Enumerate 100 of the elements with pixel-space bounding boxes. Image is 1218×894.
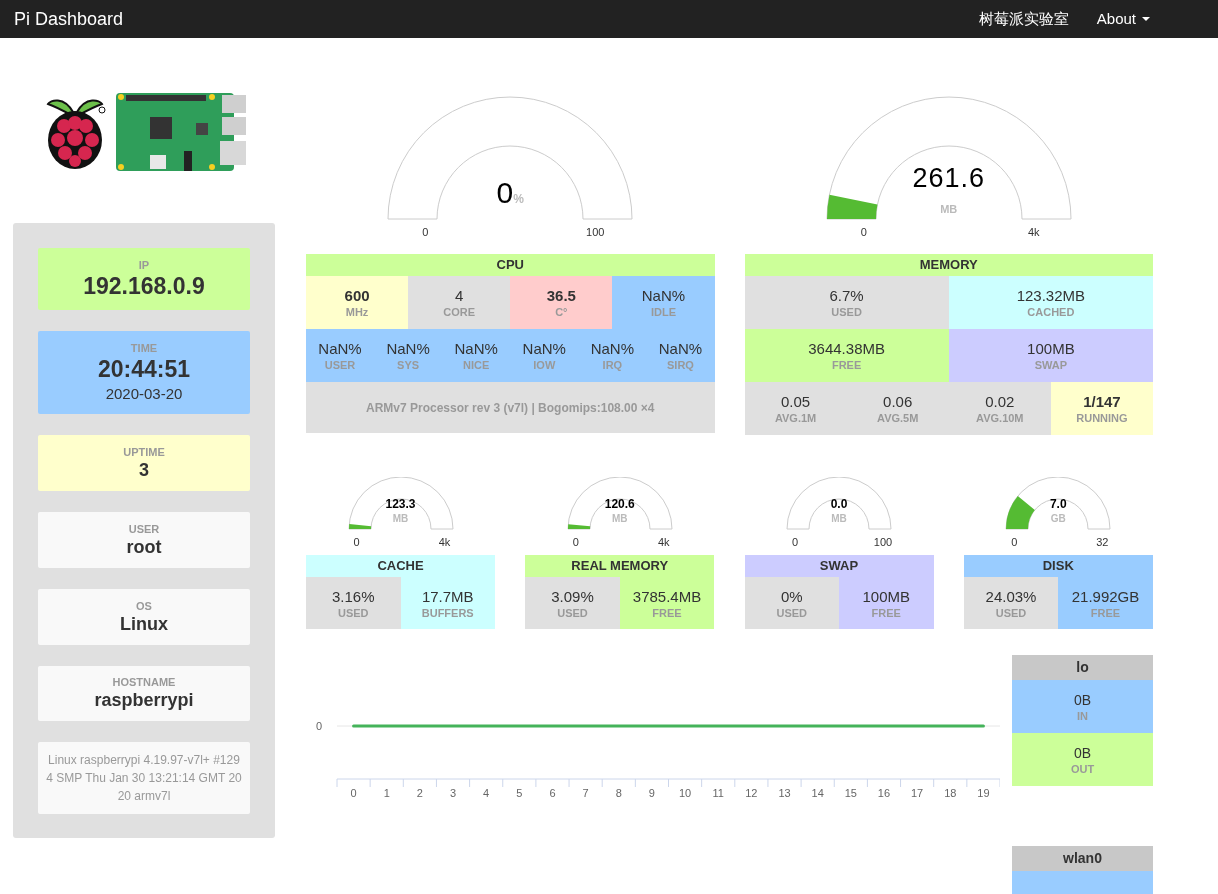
gauge-fill bbox=[1006, 496, 1036, 529]
stat-label: FREE bbox=[1090, 605, 1121, 620]
stat-value: 36.5 bbox=[546, 286, 576, 305]
gauge-value: 0.0 bbox=[830, 497, 848, 511]
axis-tick-label: 2 bbox=[416, 787, 423, 799]
gauge-fill bbox=[826, 194, 878, 219]
axis-tick-label: 3 bbox=[449, 787, 457, 799]
stat-value: 3.16% bbox=[331, 586, 375, 606]
stat-label: CACHED bbox=[1027, 305, 1075, 319]
card-date: 2020-03-20 bbox=[105, 383, 183, 404]
stat-label: USER bbox=[324, 358, 356, 372]
stat-value: 600 bbox=[344, 286, 370, 305]
axis-tick-label: 14 bbox=[811, 787, 824, 799]
stat-label: MHz bbox=[345, 305, 369, 319]
axis-tick-label: 16 bbox=[877, 787, 891, 799]
stat-label: FREE bbox=[871, 605, 901, 620]
stat-value: NaN% bbox=[522, 339, 566, 358]
stat-label: SWAP bbox=[1034, 358, 1068, 372]
gauge-min-label: 0 bbox=[352, 535, 361, 550]
card-value: 192.168.0.9 bbox=[83, 271, 205, 300]
card-value: 3 bbox=[139, 459, 149, 482]
stat-value: 24.03% bbox=[985, 586, 1037, 606]
panel-header: CPU bbox=[306, 254, 715, 276]
stat-value: 0.05 bbox=[780, 392, 811, 411]
stat-value: 0% bbox=[780, 586, 803, 606]
stat-label: USED bbox=[995, 605, 1027, 620]
stat-value: 3.09% bbox=[551, 586, 594, 606]
gauge-unit: % bbox=[513, 192, 524, 208]
stat-value: 0B bbox=[1073, 743, 1092, 762]
stat-value: 123.32MB bbox=[1016, 286, 1086, 305]
panel-header: SWAP bbox=[744, 555, 934, 577]
card-value: raspberrypi bbox=[94, 689, 194, 712]
brand-title[interactable]: Pi Dashboard bbox=[14, 5, 124, 33]
stat-label: IN bbox=[1077, 708, 1088, 723]
stat-label: BUFFERS bbox=[421, 605, 474, 620]
stat-value: NaN% bbox=[641, 286, 686, 305]
card-value: Linux bbox=[120, 612, 168, 635]
stat-value: 3644.38MB bbox=[808, 339, 885, 358]
interface-header: lo bbox=[1012, 655, 1153, 680]
gauge-max-label: 100 bbox=[872, 535, 894, 550]
axis-tick-label: 8 bbox=[615, 787, 622, 799]
gauge-unit: GB bbox=[1050, 513, 1066, 525]
axis-tick-label: 4 bbox=[483, 787, 490, 799]
card-value: root bbox=[126, 535, 162, 558]
gauge-min-label: 0 bbox=[421, 225, 430, 240]
gauge-unit: MB bbox=[611, 513, 628, 525]
stat-label: FREE bbox=[652, 605, 682, 620]
stat-value: 100MB bbox=[1027, 339, 1075, 358]
gauge-value: 123.3 bbox=[385, 497, 416, 511]
axis-tick-label: 13 bbox=[778, 787, 791, 799]
gauge-min-label: 0 bbox=[790, 535, 800, 550]
stat-value: NaN% bbox=[386, 339, 430, 358]
gauge-fill bbox=[567, 524, 590, 529]
stat-label: USED bbox=[776, 605, 808, 620]
card-label: TIME bbox=[130, 340, 158, 355]
stat-label: IDLE bbox=[650, 305, 676, 319]
card-label: IP bbox=[138, 257, 150, 272]
axis-tick-label: 6 bbox=[549, 787, 556, 799]
axis-tick-label: 12 bbox=[745, 787, 758, 799]
stat-label: IOW bbox=[533, 358, 556, 372]
card-label: USER bbox=[128, 521, 160, 536]
stat-label: USED bbox=[337, 605, 369, 620]
card-label: UPTIME bbox=[123, 445, 165, 460]
stat-value: 100MB bbox=[862, 586, 910, 606]
axis-tick-label: 11 bbox=[712, 787, 724, 799]
stat-label: NICE bbox=[463, 358, 490, 372]
stat-label: SYS bbox=[397, 358, 420, 372]
gauge-value: 0 bbox=[496, 178, 514, 208]
gauge-fill bbox=[348, 524, 371, 529]
stat-label: IRQ bbox=[602, 358, 623, 372]
stat-value: 0.02 bbox=[985, 392, 1015, 411]
stat-label: AVG.1M bbox=[774, 411, 817, 425]
stat-label: AVG.5M bbox=[877, 411, 919, 425]
gauge-value: 120.6 bbox=[604, 497, 635, 511]
gauge-max-label: 100 bbox=[585, 225, 606, 240]
gauge-value: 7.0 bbox=[1049, 497, 1067, 511]
axis-tick-label: 0 bbox=[315, 720, 322, 732]
stat-label: USED bbox=[831, 305, 862, 319]
gauge-min-label: 0 bbox=[1010, 535, 1019, 550]
uname-text: Linux raspberrypi 4.19.97-v7l+ #1294 SMP Thu Jan 30 13:21:14 GMT 2020 armv7l bbox=[45, 752, 243, 806]
stat-value: 1/147 bbox=[1083, 392, 1121, 411]
axis-tick-label: 19 bbox=[977, 787, 990, 799]
nav-link[interactable]: 树莓派实验室 bbox=[978, 7, 1069, 31]
gauge-max-label: 4k bbox=[1026, 225, 1041, 240]
caret-icon bbox=[1142, 17, 1150, 21]
card-label: OS bbox=[136, 598, 152, 613]
dropdown-menu[interactable]: About bbox=[1096, 7, 1150, 31]
stat-label: FREE bbox=[831, 358, 862, 372]
gauge-unit: MB bbox=[940, 202, 958, 217]
stat-value: NaN% bbox=[658, 339, 703, 358]
interface-header: wlan0 bbox=[1012, 846, 1153, 871]
axis-tick-label: 7 bbox=[582, 787, 589, 799]
processor-info: ARMv7 Processor rev 3 (v7l) | Bogomips:108.00 ×4 bbox=[366, 399, 655, 417]
stat-value: 4 bbox=[455, 286, 464, 305]
card-label: HOSTNAME bbox=[112, 675, 176, 690]
stat-value: 6.7% bbox=[829, 286, 864, 305]
gauge-max-label: 4k bbox=[437, 535, 452, 550]
stat-value: 0B bbox=[1073, 690, 1092, 709]
stat-value: NaN% bbox=[318, 339, 362, 358]
gauge-unit: MB bbox=[392, 513, 409, 525]
